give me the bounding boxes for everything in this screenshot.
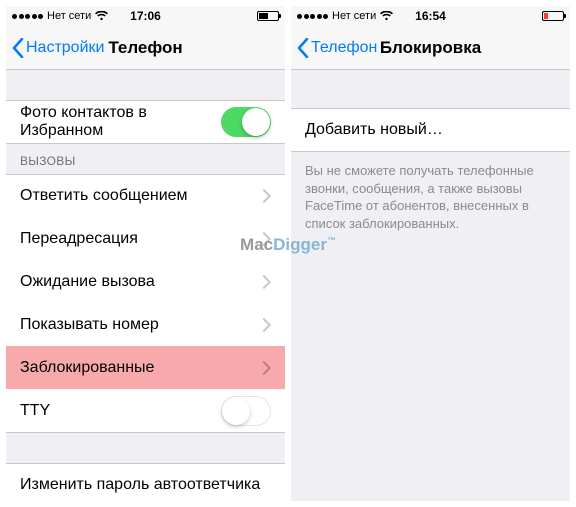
row-add-new[interactable]: Добавить новый… [291,108,570,152]
toggle-tty[interactable] [221,396,271,426]
row-respond-with-text[interactable]: Ответить сообщением [6,174,285,218]
battery-icon [542,11,564,21]
blocked-info-text: Вы не сможете получать телефонные звонки… [291,152,570,242]
page-title: Телефон [108,38,182,58]
chevron-left-icon [12,38,24,58]
battery-icon [257,11,279,21]
back-button[interactable]: Настройки [12,38,104,58]
screen-blocked-list: Нет сети 16:54 Телефон Блокировка Добави… [291,6,570,501]
nav-bar: Настройки Телефон [6,26,285,70]
toggle-favorites-photos[interactable] [221,107,271,137]
signal-dots-icon [297,14,328,19]
carrier-label: Нет сети [332,10,376,22]
screen-phone-settings: Нет сети 17:06 Настройки Телефон Фото ко… [6,6,285,501]
carrier-label: Нет сети [47,10,91,22]
signal-dots-icon [12,14,43,19]
row-blocked[interactable]: Заблокированные [6,346,285,390]
section-header-calls: ВЫЗОВЫ [6,144,285,174]
row-label: Заблокированные [20,359,259,377]
row-tty[interactable]: TTY [6,389,285,433]
row-label: Ожидание вызова [20,273,259,291]
clock-label: 17:06 [130,9,161,23]
row-call-forwarding[interactable]: Переадресация [6,217,285,261]
row-favorites-photos[interactable]: Фото контактов в Избранном [6,100,285,144]
page-title: Блокировка [380,38,481,58]
row-label: Добавить новый… [305,121,556,139]
row-change-voicemail-password[interactable]: Изменить пароль автоответчика [6,463,285,501]
status-bar: Нет сети 17:06 [6,6,285,26]
back-label: Настройки [26,39,104,57]
row-label: Ответить сообщением [20,187,259,205]
wifi-icon [95,11,108,21]
chevron-left-icon [297,38,309,58]
status-bar: Нет сети 16:54 [291,6,570,26]
row-label: Фото контактов в Избранном [20,104,221,140]
back-label: Телефон [311,39,377,57]
clock-label: 16:54 [415,9,446,23]
row-show-caller-id[interactable]: Показывать номер [6,303,285,347]
row-label: Переадресация [20,230,259,248]
row-label: TTY [20,402,221,420]
row-label: Показывать номер [20,316,259,334]
nav-bar: Телефон Блокировка [291,26,570,70]
back-button[interactable]: Телефон [297,38,377,58]
row-label: Изменить пароль автоответчика [20,476,271,494]
wifi-icon [380,11,393,21]
row-call-waiting[interactable]: Ожидание вызова [6,260,285,304]
